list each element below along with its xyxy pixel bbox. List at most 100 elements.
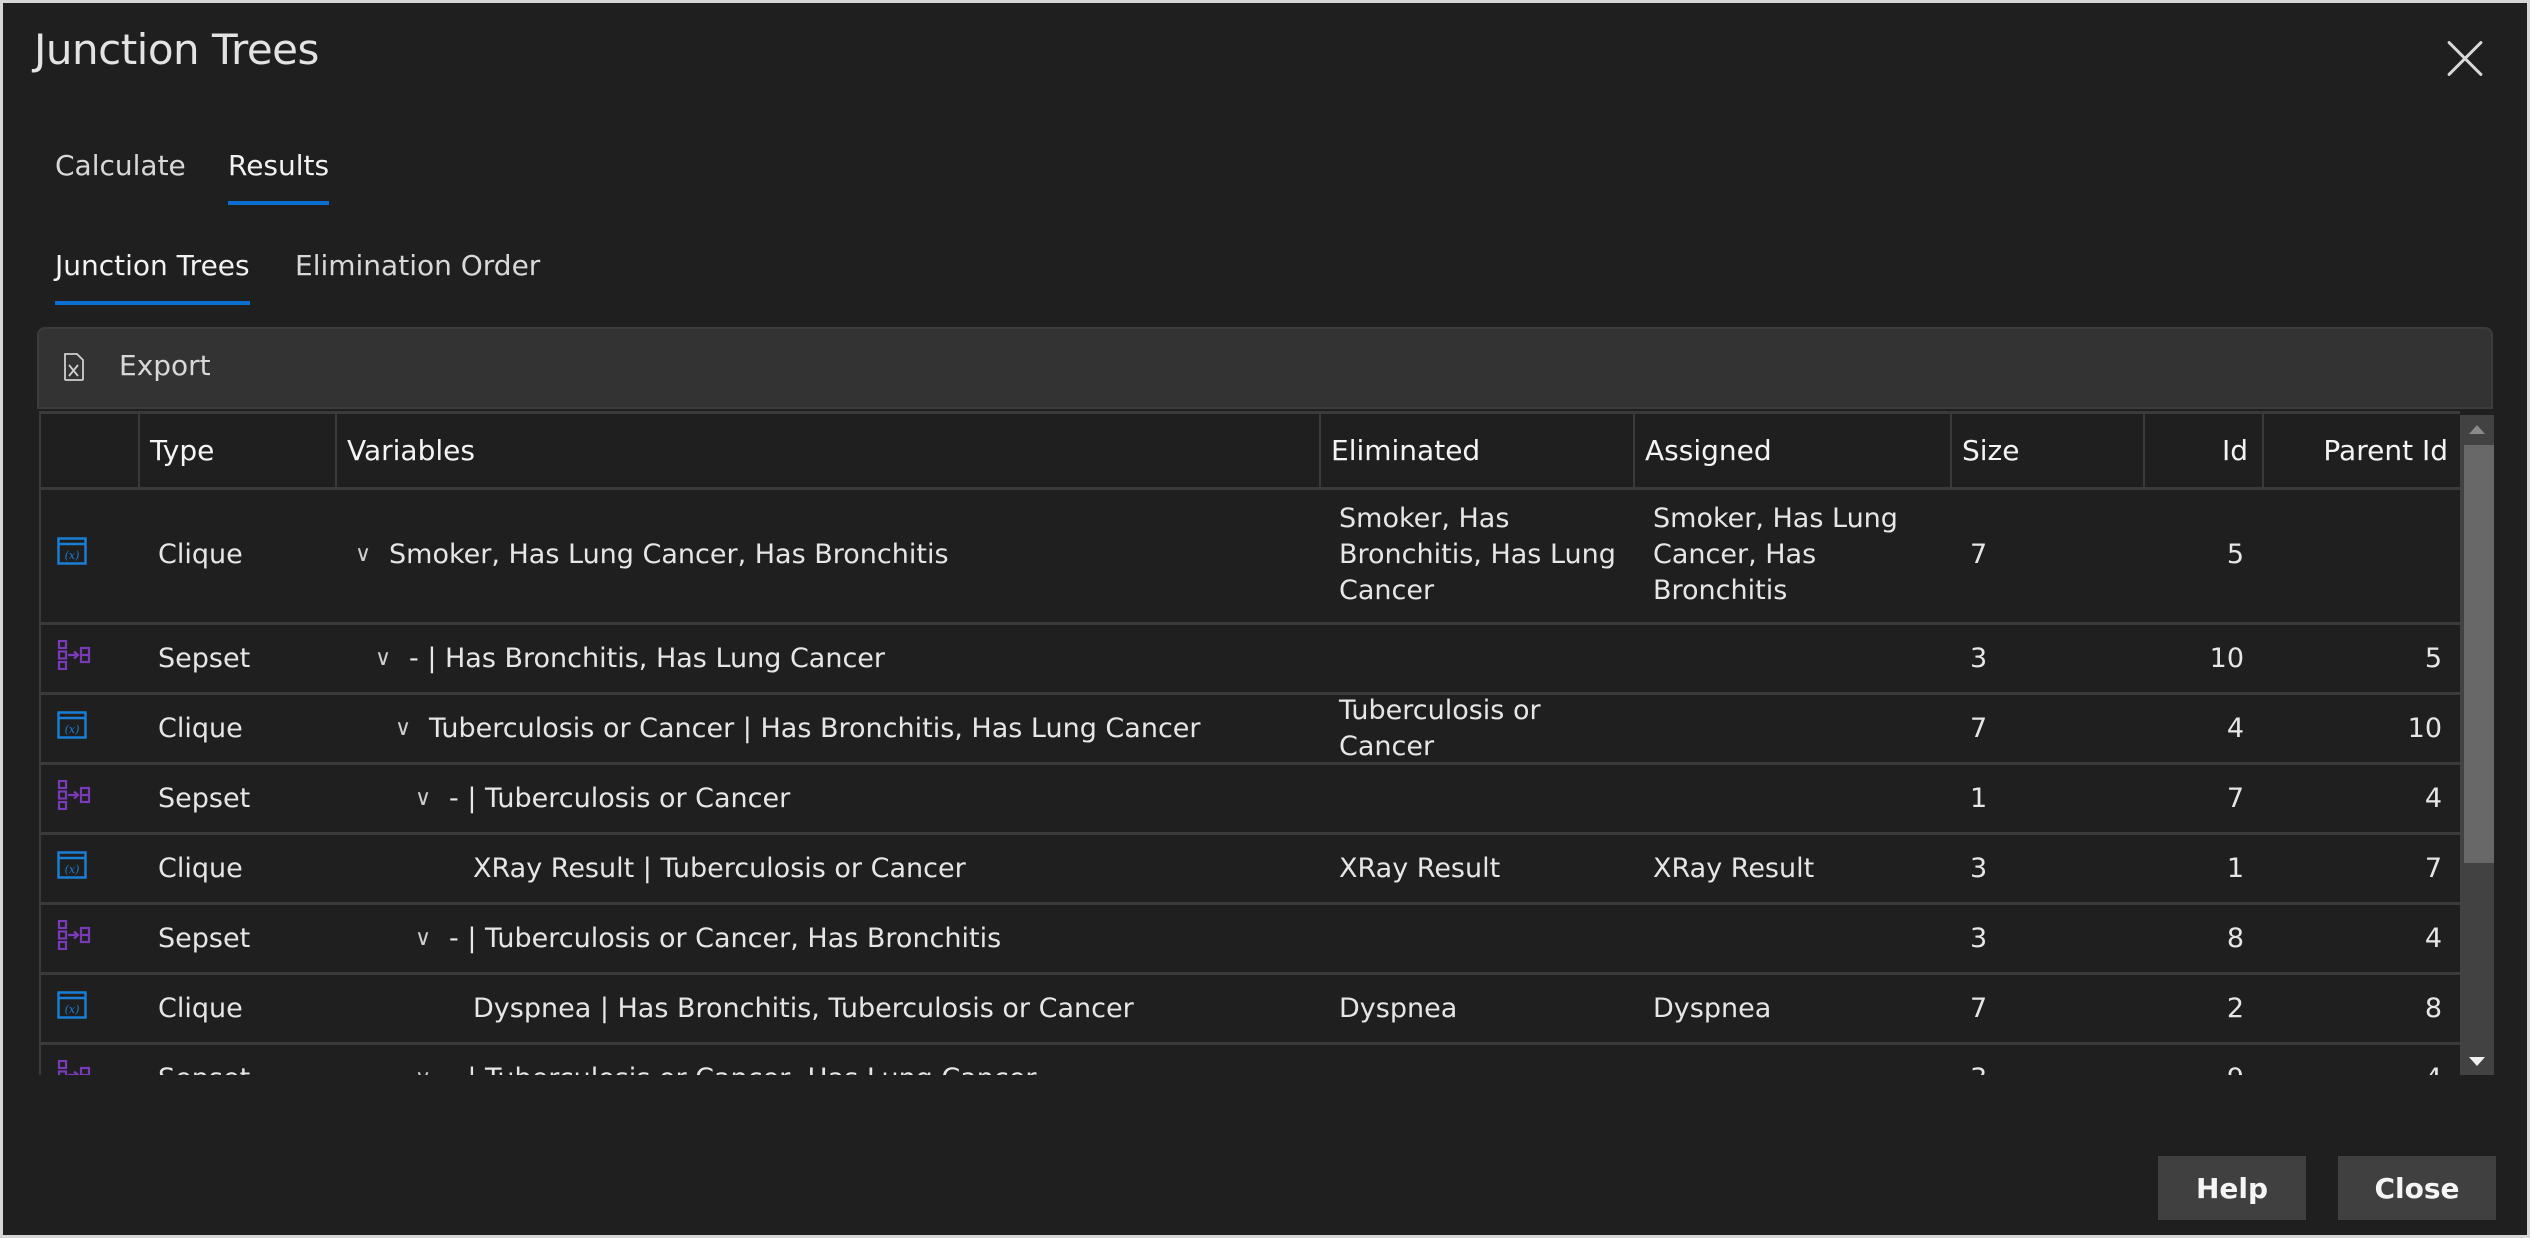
id-cell: 5: [2226, 539, 2244, 570]
variables-text: - | Has Bronchitis, Has Lung Cancer: [409, 643, 886, 674]
assigned-cell: Smoker, Has Lung Cancer, Has Bronchitis: [1653, 502, 1898, 606]
variables-text: Dyspnea | Has Bronchitis, Tuberculosis o…: [473, 993, 1134, 1024]
parent-id-cell: 4: [2424, 923, 2442, 954]
id-cell: 9: [2145, 1045, 2264, 1075]
type-cell: Clique: [158, 713, 243, 744]
variables-cell: ∨ - | Has Bronchitis, Has Lung Cancer: [337, 625, 1321, 692]
clique-icon: (x): [57, 851, 87, 886]
table-row[interactable]: Sepset ∨ - | Tuberculosis or Cancer, Has L…: [41, 1045, 2460, 1075]
type-cell: Sepset: [158, 923, 251, 954]
tab-elimination-order[interactable]: Elimination Order: [295, 249, 540, 282]
tab-junction-trees[interactable]: Junction Trees: [55, 249, 250, 305]
vertical-scrollbar[interactable]: [2460, 415, 2494, 1075]
excel-file-icon: [64, 353, 84, 381]
id-cell: 1: [2226, 853, 2244, 884]
row-icon-cell: [41, 1045, 140, 1075]
table-row[interactable]: Sepset ∨ - | Tuberculosis or Cancer, Has B…: [41, 905, 2460, 975]
scrollbar-thumb[interactable]: [2464, 445, 2494, 863]
id-cell: 8: [2226, 923, 2244, 954]
size-cell: 7: [1970, 539, 1988, 570]
row-icon-cell: (x): [41, 695, 140, 762]
variables-text: Smoker, Has Lung Cancer, Has Bronchitis: [389, 539, 949, 570]
chevron-down-icon[interactable]: ∨: [395, 716, 421, 741]
id-cell: 7: [2226, 783, 2244, 814]
parent-id-cell: [2264, 487, 2460, 622]
size-cell: 7: [1970, 993, 1988, 1024]
junction-trees-dialog: Junction Trees Calculate Results Junctio…: [3, 3, 2527, 1235]
size-cell: 7: [1970, 713, 1988, 744]
scroll-up-arrow-icon[interactable]: [2460, 415, 2494, 443]
chevron-down-icon[interactable]: ∨: [415, 1066, 441, 1075]
close-icon[interactable]: [2445, 39, 2485, 79]
table-row[interactable]: Sepset ∨ - | Has Bronchitis, Has Lung Canc…: [41, 625, 2460, 695]
column-header-size[interactable]: Size: [1952, 414, 2145, 487]
column-header-type[interactable]: Type: [140, 414, 337, 487]
variables-text: - | Tuberculosis or Cancer, Has Bronchit…: [449, 923, 1002, 954]
table-row[interactable]: (x) Clique XRay Result | Tuberculosis or C…: [41, 835, 2460, 905]
variables-cell: ∨ - | Tuberculosis or Cancer: [337, 765, 1321, 832]
column-header-id[interactable]: Id: [2145, 414, 2264, 487]
assigned-cell: [1635, 625, 1952, 692]
type-cell: Clique: [158, 853, 243, 884]
svg-text:(x): (x): [65, 863, 80, 876]
column-header-parent-id[interactable]: Parent Id: [2264, 414, 2460, 487]
variables-cell: ∨ Tuberculosis or Cancer | Has Bronchitis…: [337, 695, 1321, 762]
svg-text:(x): (x): [65, 1003, 80, 1016]
table-row[interactable]: (x) Clique Dyspnea | Has Bronchitis, Tuber…: [41, 975, 2460, 1045]
eliminated-cell: [1321, 905, 1635, 972]
junction-tree-grid: Type Variables Eliminated Assigned Size …: [39, 411, 2460, 1075]
chevron-down-icon[interactable]: ∨: [415, 786, 441, 811]
variables-cell: ∨ - | Tuberculosis or Cancer, Has Bronchi…: [337, 905, 1321, 972]
row-icon-cell: [41, 765, 140, 832]
clique-icon: (x): [57, 711, 87, 746]
scroll-down-arrow-icon[interactable]: [2460, 1047, 2494, 1075]
dialog-title: Junction Trees: [34, 25, 319, 74]
assigned-cell: XRay Result: [1653, 852, 1815, 884]
column-header-icon[interactable]: [41, 414, 140, 487]
column-header-eliminated[interactable]: Eliminated: [1321, 414, 1635, 487]
sepset-icon: [57, 1059, 91, 1075]
type-cell: Sepset: [140, 1045, 337, 1075]
variables-cell: ∨ - | Tuberculosis or Cancer, Has Lung Ca…: [337, 1045, 1321, 1075]
clique-icon: (x): [57, 537, 87, 572]
table-row[interactable]: (x) Clique ∨ Tuberculosis or Cancer | Has B…: [41, 695, 2460, 765]
assigned-cell: [1635, 905, 1952, 972]
tab-label: Junction Trees: [55, 249, 250, 282]
tab-label: Calculate: [55, 149, 186, 182]
table-row[interactable]: (x) Clique ∨ Smoker, Has Lung Cancer, Has B…: [41, 487, 2460, 625]
eliminated-cell: Smoker, Has Bronchitis, Has Lung Cancer: [1339, 502, 1616, 606]
tab-label: Results: [228, 149, 330, 182]
parent-id-cell: 4: [2424, 783, 2442, 814]
row-icon-cell: (x): [41, 487, 140, 622]
svg-text:(x): (x): [65, 549, 80, 562]
column-header-variables[interactable]: Variables: [337, 414, 1321, 487]
type-cell: Sepset: [158, 643, 251, 674]
type-cell: Clique: [158, 539, 243, 570]
help-button[interactable]: Help: [2158, 1156, 2306, 1220]
variables-text: - | Tuberculosis or Cancer: [449, 783, 791, 814]
id-cell: 10: [2209, 643, 2244, 674]
svg-text:(x): (x): [65, 723, 80, 736]
parent-id-cell: 8: [2424, 993, 2442, 1024]
assigned-cell: Dyspnea: [1653, 992, 1772, 1024]
table-row[interactable]: Sepset ∨ - | Tuberculosis or Cancer 1 7 4: [41, 765, 2460, 835]
variables-cell: ∨ Smoker, Has Lung Cancer, Has Bronchitis: [337, 487, 1321, 622]
chevron-down-icon[interactable]: ∨: [415, 926, 441, 951]
row-icon-cell: (x): [41, 975, 140, 1042]
tab-results[interactable]: Results: [228, 149, 330, 205]
chevron-down-icon[interactable]: ∨: [375, 646, 401, 671]
chevron-down-icon[interactable]: ∨: [355, 542, 381, 567]
active-tab-indicator: [55, 301, 250, 305]
parent-id-cell: 10: [2407, 713, 2442, 744]
row-icon-cell: (x): [41, 835, 140, 902]
column-header-assigned[interactable]: Assigned: [1635, 414, 1952, 487]
export-label: Export: [119, 349, 211, 382]
eliminated-cell: [1321, 765, 1635, 832]
variables-text: XRay Result | Tuberculosis or Cancer: [473, 853, 966, 884]
tab-calculate[interactable]: Calculate: [55, 149, 186, 182]
parent-id-cell: 4: [2264, 1045, 2460, 1075]
close-button[interactable]: Close: [2338, 1156, 2496, 1220]
type-cell: Sepset: [158, 783, 251, 814]
variables-text: Tuberculosis or Cancer | Has Bronchitis,…: [429, 713, 1201, 744]
assigned-cell: [1635, 695, 1952, 762]
